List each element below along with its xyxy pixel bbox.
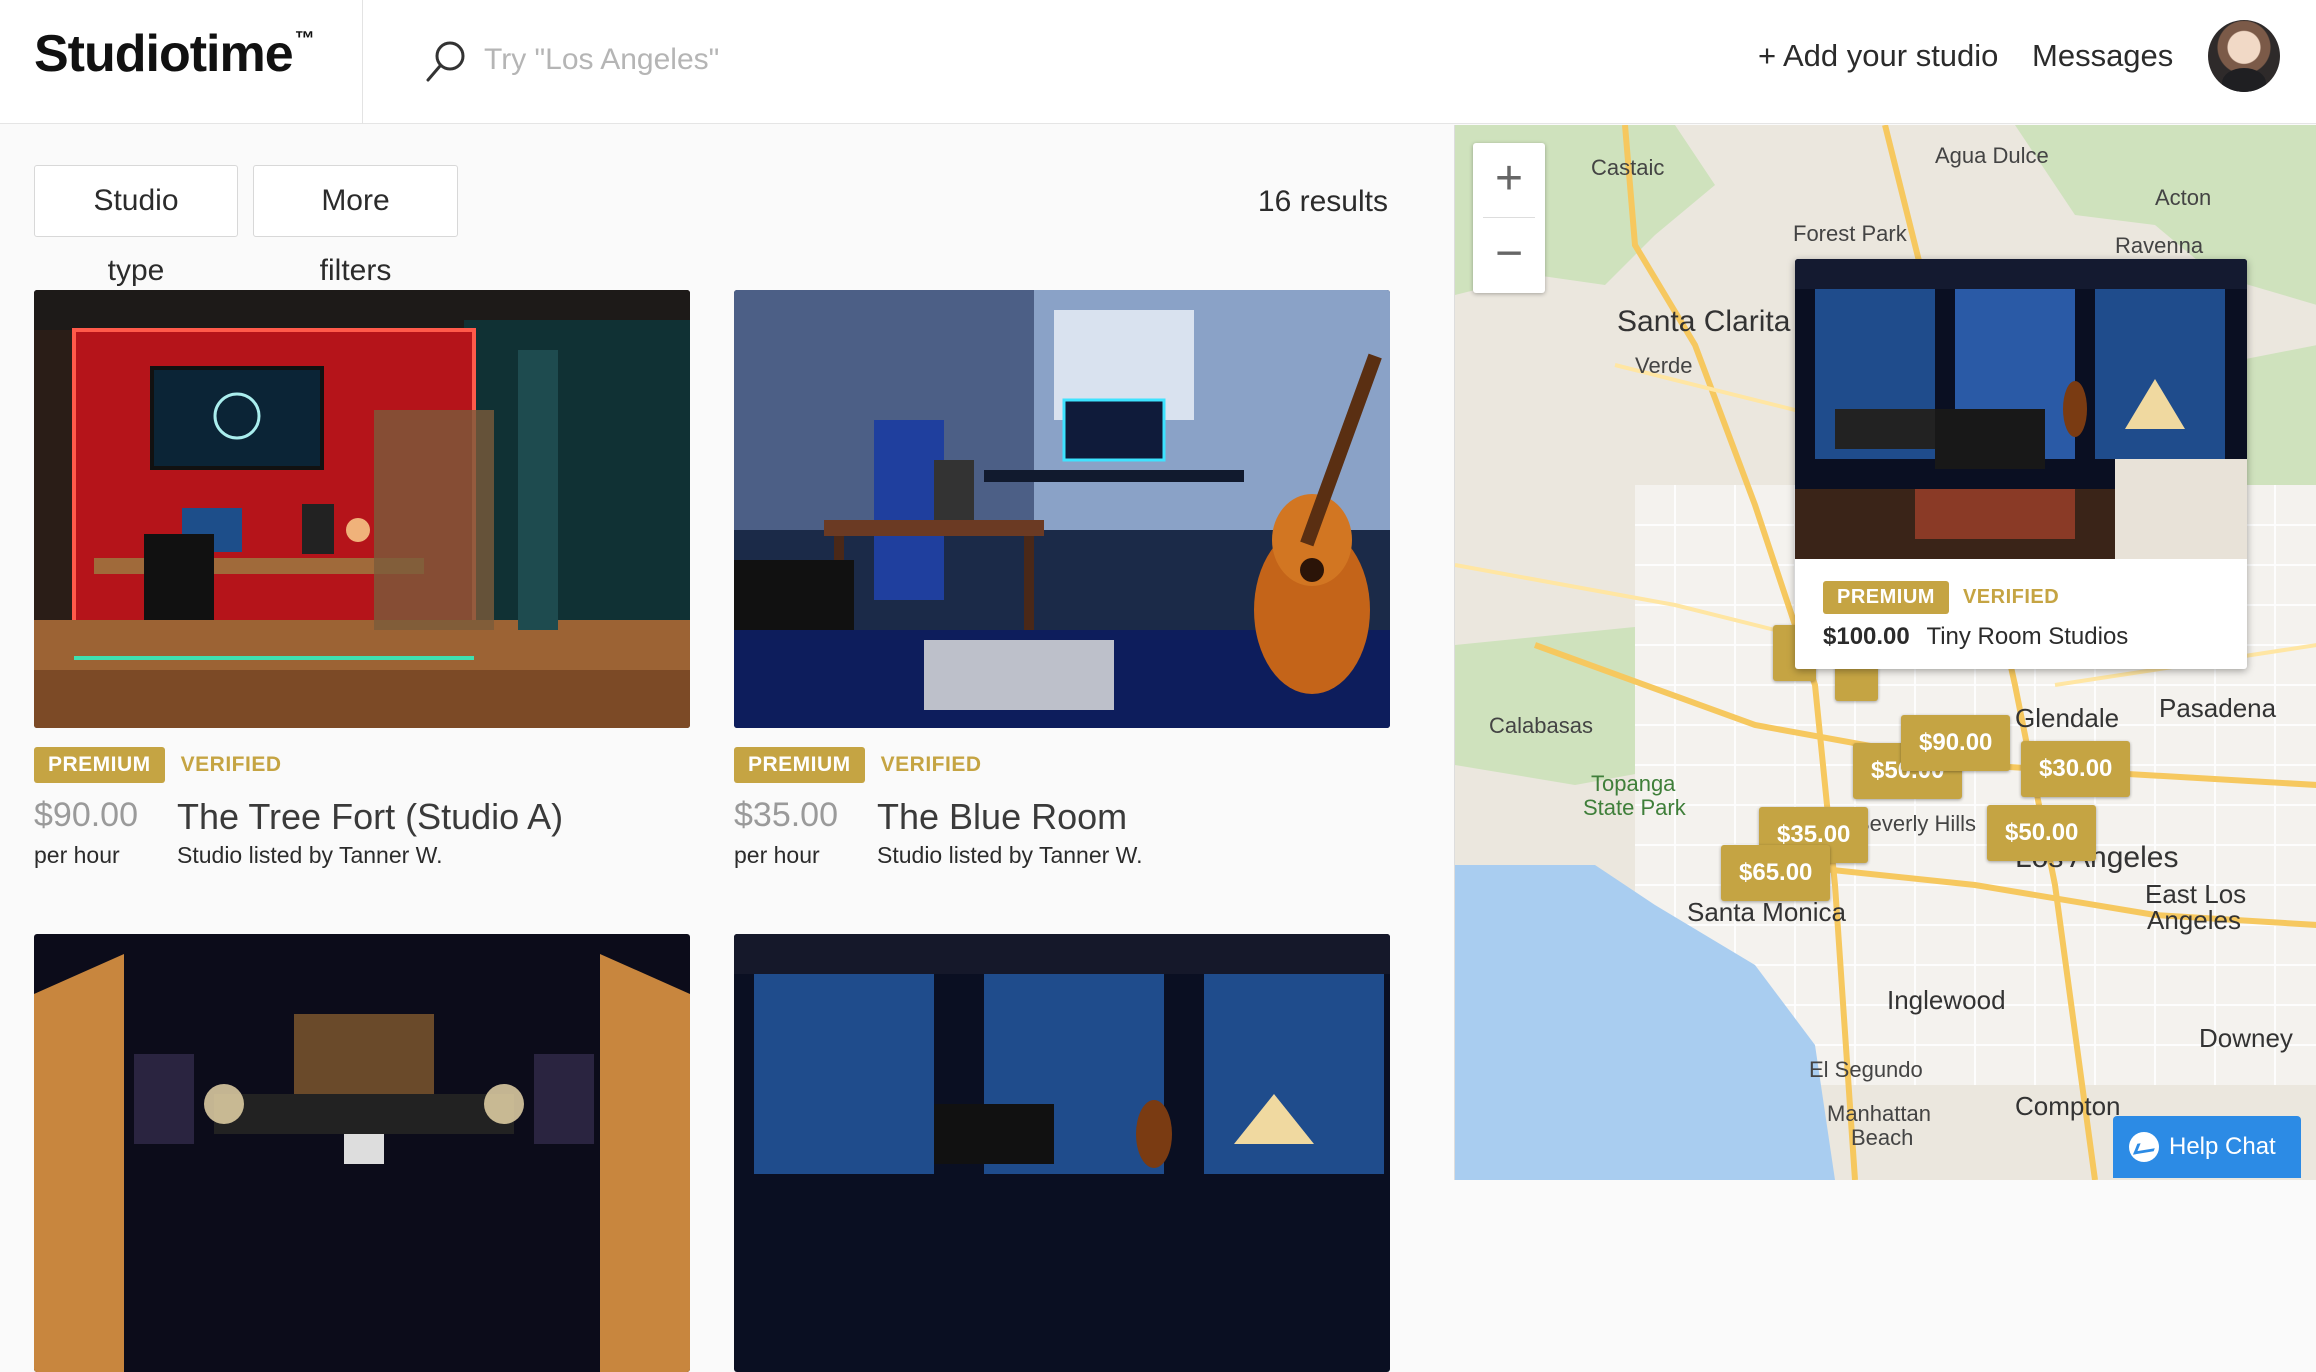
map-label: Agua Dulce bbox=[1935, 143, 2049, 168]
verified-badge: VERIFIED bbox=[880, 753, 982, 776]
listing-card[interactable] bbox=[734, 934, 1390, 1372]
verified-badge: VERIFIED bbox=[180, 753, 282, 776]
price-pin[interactable]: $90.00 bbox=[1901, 715, 2011, 771]
trademark: ™ bbox=[294, 28, 315, 50]
price-unit: per hour bbox=[734, 842, 820, 868]
premium-badge: PREMIUM bbox=[1823, 580, 1949, 614]
listing-title[interactable]: The Blue Room bbox=[877, 796, 1127, 838]
listing-price: $35.00 bbox=[734, 796, 838, 834]
map[interactable]: + − Castaic Verde Agua Dulce Acton Fores… bbox=[1454, 125, 2316, 1180]
map-label: Acton bbox=[2155, 185, 2212, 210]
map-label: El Segundo bbox=[1809, 1057, 1923, 1082]
price-pin[interactable]: $30.00 bbox=[2021, 741, 2131, 797]
popup-price: $100.00 bbox=[1823, 623, 1910, 650]
verified-badge: VERIFIED bbox=[1962, 585, 2060, 608]
map-label: Castaic bbox=[1591, 155, 1665, 180]
price-pin[interactable]: $50.00 bbox=[1987, 805, 2097, 861]
logo[interactable]: Studiotime ™ bbox=[34, 24, 315, 84]
popup-photo[interactable] bbox=[1795, 259, 2247, 559]
listing-info: $35.00 per hour The Blue Room Studio lis… bbox=[734, 796, 1390, 886]
map-label: Manhattan bbox=[1827, 1101, 1931, 1126]
map-label: Beverly Hills bbox=[1855, 811, 1977, 836]
map-label: Santa Monica bbox=[1687, 897, 1846, 927]
listing-photo[interactable] bbox=[34, 290, 690, 728]
map-popup-card[interactable]: PREMIUM VERIFIED $100.00 Tiny Room Studi… bbox=[1795, 259, 2247, 669]
top-bar: Studiotime™ + Add your studio Messages bbox=[0, 0, 2316, 124]
listing-title[interactable]: The Tree Fort (Studio A) bbox=[177, 796, 563, 838]
help-chat-label: Help Chat bbox=[2169, 1133, 2276, 1160]
zoom-out-button[interactable]: − bbox=[1473, 218, 1545, 293]
map-label: Forest Park bbox=[1793, 221, 1907, 246]
map-label: Angeles bbox=[2147, 905, 2241, 935]
listings-panel: Studio type More filters 16 results PREM… bbox=[0, 125, 1454, 1372]
messenger-icon bbox=[2129, 1132, 2159, 1162]
map-label: Pasadena bbox=[2159, 693, 2277, 723]
map-label: Topanga bbox=[1591, 771, 1676, 796]
listing-info: $90.00 per hour The Tree Fort (Studio A)… bbox=[34, 796, 690, 886]
popup-badges: PREMIUM VERIFIED bbox=[1823, 580, 2247, 614]
map-label: Compton bbox=[2015, 1091, 2121, 1121]
more-filters-button[interactable]: More filters bbox=[253, 165, 458, 287]
map-label: Santa Clarita bbox=[1617, 305, 1791, 338]
premium-badge: PREMIUM bbox=[34, 747, 165, 783]
zoom-in-button[interactable]: + bbox=[1473, 143, 1545, 218]
price-unit: per hour bbox=[34, 842, 120, 868]
listing-card[interactable] bbox=[34, 934, 690, 1372]
popup-details: $100.00 Tiny Room Studios bbox=[1823, 623, 2247, 651]
popup-studio-name[interactable]: Tiny Room Studios bbox=[1926, 623, 2128, 650]
map-label: Inglewood bbox=[1887, 985, 2006, 1015]
listing-owner: Studio listed by Tanner W. bbox=[877, 842, 1143, 868]
map-label: Downey bbox=[2199, 1023, 2293, 1053]
zoom-divider bbox=[1483, 217, 1535, 218]
search-input[interactable] bbox=[484, 34, 1184, 86]
map-label: Verde bbox=[1635, 353, 1693, 378]
add-studio-link[interactable]: + Add your studio bbox=[1758, 38, 1998, 74]
help-chat-button[interactable]: Help Chat bbox=[2113, 1116, 2301, 1178]
listing-photo[interactable] bbox=[34, 934, 690, 1372]
listing-price: $90.00 bbox=[34, 796, 138, 834]
price-pin[interactable]: $65.00 bbox=[1721, 845, 1831, 901]
search-icon[interactable] bbox=[424, 38, 468, 84]
listing-photo[interactable] bbox=[734, 290, 1390, 728]
badges: PREMIUM VERIFIED bbox=[734, 747, 1390, 783]
map-label: Beach bbox=[1851, 1125, 1914, 1150]
map-label: Ravenna bbox=[2115, 233, 2204, 258]
divider bbox=[362, 0, 363, 124]
listing-card[interactable]: PREMIUM VERIFIED $35.00 per hour The Blu… bbox=[734, 290, 1390, 886]
listing-card[interactable]: PREMIUM VERIFIED $90.00 per hour The Tre… bbox=[34, 290, 690, 886]
zoom-controls: + − bbox=[1473, 143, 1545, 293]
premium-badge: PREMIUM bbox=[734, 747, 865, 783]
results-count: 16 results bbox=[1257, 185, 1388, 218]
listing-owner: Studio listed by Tanner W. bbox=[177, 842, 443, 868]
avatar[interactable] bbox=[2208, 20, 2280, 92]
listing-photo[interactable] bbox=[734, 934, 1390, 1372]
badges: PREMIUM VERIFIED bbox=[34, 747, 690, 783]
map-label: State Park bbox=[1583, 795, 1686, 820]
messages-link[interactable]: Messages bbox=[2032, 38, 2173, 74]
map-label: Glendale bbox=[2015, 703, 2120, 733]
studio-type-button[interactable]: Studio type bbox=[34, 165, 238, 287]
map-label: Calabasas bbox=[1489, 713, 1593, 738]
logo-text: Studiotime bbox=[34, 25, 294, 83]
